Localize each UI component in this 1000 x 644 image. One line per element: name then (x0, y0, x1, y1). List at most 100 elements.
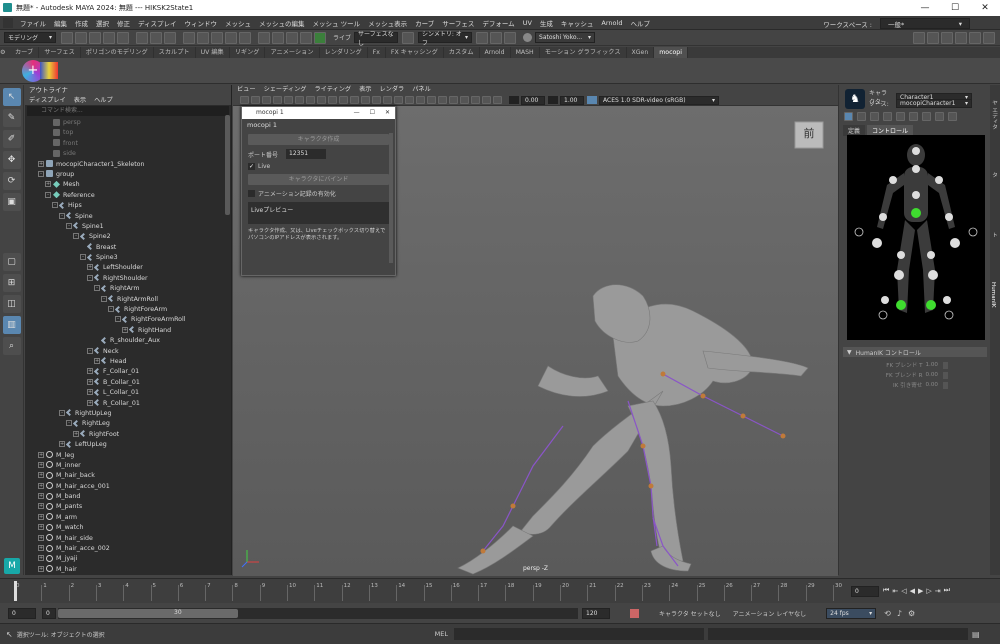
play-forward-icon[interactable]: ▶ (918, 587, 923, 595)
modeling-toolkit-toggle-icon[interactable] (969, 32, 981, 44)
param-slider[interactable] (942, 371, 948, 379)
menu-item[interactable]: ファイル (16, 18, 50, 28)
param-value[interactable]: 0.00 (926, 372, 940, 378)
dialog-scrollbar[interactable] (389, 133, 393, 263)
menu-item[interactable]: メッシュ (221, 18, 255, 28)
expand-toggle-icon[interactable]: - (108, 306, 114, 313)
step-forward-key-icon[interactable]: ⇥ (935, 587, 941, 595)
outliner-row[interactable]: + Mesh (25, 180, 231, 190)
zoom-icon[interactable]: ⌕ (2, 337, 21, 355)
new-scene-icon[interactable] (61, 31, 73, 44)
snap-view-icon[interactable] (225, 31, 237, 44)
mocopi-bvh-icon[interactable] (40, 62, 58, 79)
outliner-row[interactable]: - Spine2 (25, 232, 231, 242)
viewport-grid-icon[interactable] (306, 96, 315, 104)
shelf-tab[interactable]: Fx (368, 47, 386, 58)
shelf-tab[interactable]: XGen (627, 47, 655, 58)
channel-box-toggle-icon[interactable] (955, 32, 967, 44)
minimize-button[interactable]: — (910, 0, 940, 16)
two-view-layout-icon[interactable]: ◫ (2, 295, 21, 313)
outliner-row[interactable]: + LeftShoulder (25, 263, 231, 273)
shelf-tab[interactable]: Arnold (480, 47, 511, 58)
expand-toggle-icon[interactable]: - (59, 409, 65, 416)
expand-toggle-icon[interactable]: + (38, 565, 44, 572)
shelf-tab[interactable]: スカルプト (154, 47, 196, 58)
outliner-row[interactable]: + mocopiCharacter1_Skeleton (25, 160, 231, 170)
viewport-menu-item[interactable]: ライティング (310, 85, 355, 95)
outliner-row[interactable]: + M_jyaji (25, 554, 231, 564)
viewport-smooth-shade-icon[interactable] (328, 96, 337, 104)
outliner-row[interactable]: R_shoulder_Aux (25, 336, 231, 346)
snap-grid-icon[interactable] (183, 31, 195, 44)
expand-toggle-icon[interactable]: - (66, 420, 72, 427)
viewport-safe-action-icon[interactable] (493, 96, 502, 104)
outliner-row[interactable]: top (25, 128, 231, 138)
shelf-tab[interactable]: レンダリング (320, 47, 368, 58)
outliner-row[interactable]: - Spine (25, 211, 231, 222)
outliner-row[interactable]: + M_hair (25, 565, 231, 575)
viewport-xray-joints-icon[interactable] (427, 96, 436, 104)
menu-item[interactable]: ディスプレイ (134, 18, 181, 28)
snap-curve-icon[interactable] (197, 31, 209, 44)
param-slider[interactable] (942, 381, 948, 389)
symmetry-select[interactable]: シンメトリ: オフ ▾ (418, 31, 473, 47)
step-forward-frame-icon[interactable]: ▷ (926, 587, 931, 595)
outliner-row[interactable]: + F_Collar_01 (25, 367, 231, 377)
expand-toggle-icon[interactable]: + (38, 461, 44, 468)
outliner-row[interactable]: + Head (25, 357, 231, 367)
param-value[interactable]: 1.00 (926, 362, 940, 368)
outliner-persp-layout-icon[interactable]: ▥ (2, 316, 21, 334)
expand-toggle-icon[interactable]: + (38, 534, 44, 541)
expand-toggle-icon[interactable]: + (87, 368, 93, 375)
viewport-dof-icon[interactable] (394, 96, 403, 104)
expand-toggle-icon[interactable]: - (87, 347, 93, 354)
shelf-tab[interactable]: MASH (511, 47, 540, 58)
sound-icon[interactable]: ♪ (897, 609, 902, 618)
outliner-row[interactable]: + R_Collar_01 (25, 399, 231, 409)
expand-toggle-icon[interactable]: + (38, 493, 44, 500)
viewport-bookmark-icon[interactable] (262, 96, 271, 104)
outliner-row[interactable]: side (25, 149, 231, 159)
maximize-button[interactable]: ☐ (940, 0, 970, 16)
outliner-row[interactable]: - RightShoulder (25, 274, 231, 284)
param-value[interactable]: 0.00 (926, 382, 940, 388)
viewport-menu-item[interactable]: 表示 (355, 85, 375, 95)
outliner-row[interactable]: - Spine1 (25, 222, 231, 232)
hik-full-body-icon[interactable] (844, 112, 853, 121)
hik-reset-icon[interactable] (922, 112, 931, 121)
menu-item[interactable]: UV (519, 19, 536, 27)
outliner-row[interactable]: - RightForeArmRoll (25, 315, 231, 325)
step-back-frame-icon[interactable]: ◁ (901, 587, 906, 595)
outliner-row[interactable]: - Hips (25, 201, 231, 211)
outliner-row[interactable]: Breast (25, 243, 231, 253)
range-slider[interactable]: 30 (58, 608, 578, 619)
humanik-figure-view[interactable] (847, 135, 985, 340)
mel-label[interactable]: MEL (435, 630, 448, 638)
shelf-tab[interactable]: アニメーション (265, 47, 320, 58)
viewport-camera-icon[interactable] (240, 96, 249, 104)
shelf-tab[interactable]: mocopi (654, 47, 688, 58)
param-slider[interactable] (942, 361, 948, 369)
viewport-lock-icon[interactable] (251, 96, 260, 104)
expand-toggle-icon[interactable]: + (59, 441, 65, 448)
expand-toggle-icon[interactable]: + (38, 555, 44, 562)
go-to-start-icon[interactable]: ⏮ (883, 586, 889, 595)
mode-select[interactable]: モデリング ▾ (4, 32, 56, 43)
shelf-tab[interactable]: リギング (230, 47, 266, 58)
viewport-film-gate-icon[interactable] (449, 96, 458, 104)
expand-toggle-icon[interactable]: + (38, 451, 44, 458)
rotate-tool-icon[interactable]: ⟳ (2, 172, 21, 190)
scale-tool-icon[interactable]: ▣ (2, 193, 21, 211)
menu-item[interactable]: 選択 (92, 18, 113, 28)
expand-toggle-icon[interactable]: + (87, 378, 93, 385)
viewport-field-chart-icon[interactable] (482, 96, 491, 104)
axis-icon[interactable] (476, 31, 489, 44)
viewport-image-plane-icon[interactable] (273, 96, 282, 104)
expand-toggle-icon[interactable]: + (38, 513, 44, 520)
menu-item[interactable]: キャッシュ (557, 18, 598, 28)
color-management-icon[interactable] (587, 96, 597, 104)
outliner-row[interactable]: - RightArmRoll (25, 295, 231, 305)
expand-toggle-icon[interactable]: + (87, 264, 93, 271)
symmetry-icon[interactable] (402, 31, 415, 44)
expand-toggle-icon[interactable]: - (59, 212, 65, 219)
